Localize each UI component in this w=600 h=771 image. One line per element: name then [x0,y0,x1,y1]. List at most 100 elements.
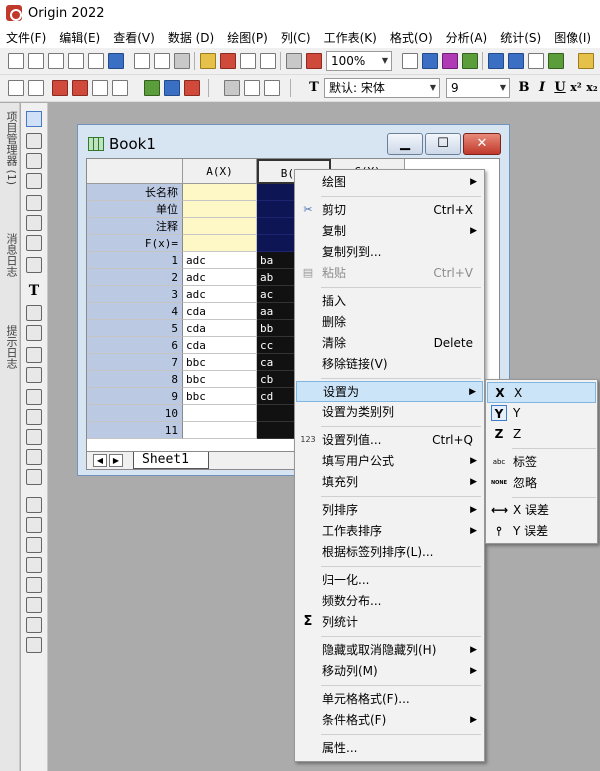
cell-a[interactable]: adc [183,269,257,286]
filter-icon[interactable] [112,80,128,96]
submenu-item-z[interactable]: ZZ [487,424,596,445]
color-scale-tool-icon[interactable] [26,517,42,533]
cell-a[interactable]: bbc [183,354,257,371]
cell-a[interactable]: bbc [183,371,257,388]
meta-cell-a-comments[interactable] [183,218,257,235]
grid-tool-icon[interactable] [26,637,42,653]
save-template-icon[interactable] [260,53,276,69]
row-number[interactable]: 9 [87,388,183,405]
row-label-formula[interactable]: F(x)= [87,235,183,252]
pointer-tool-icon[interactable] [26,111,42,127]
font-name-select[interactable]: 默认: 宋体 ▼ [324,78,440,98]
image-tool-icon[interactable] [26,617,42,633]
cell-a[interactable] [183,405,257,422]
code-builder-icon[interactable] [462,53,478,69]
italic-button[interactable]: I [534,79,550,97]
new-function-icon[interactable] [88,53,104,69]
close-button[interactable]: ✕ [463,133,501,155]
subscript-button[interactable]: x₂ [584,79,600,97]
new-notes-icon[interactable] [108,53,124,69]
insert-table-tool-icon[interactable] [26,469,42,485]
cell-a[interactable]: bbc [183,388,257,405]
menu-item-sort-column[interactable]: 列排序 ▶ [296,500,483,521]
layout-tool-icon[interactable] [26,577,42,593]
row-number[interactable]: 6 [87,337,183,354]
menu-plot[interactable]: 绘图(P) [227,29,268,46]
prev-sheet-button[interactable]: ◀ [93,454,107,467]
zoom-out-tool-icon[interactable] [26,153,42,169]
menu-edit[interactable]: 编辑(E) [59,29,100,46]
add-column-icon[interactable] [8,80,24,96]
row-number[interactable]: 7 [87,354,183,371]
menu-item-frequency[interactable]: 频数分布... [296,591,483,612]
submenu-item-ignore[interactable]: NONE 忽略 [487,473,596,494]
rectangle-tool-icon[interactable] [26,367,42,383]
cell-a[interactable]: cda [183,303,257,320]
menu-data[interactable]: 数据 (D) [168,29,214,46]
line-tool-icon[interactable] [26,347,42,363]
row-number[interactable]: 1 [87,252,183,269]
clear-icon[interactable] [184,80,200,96]
new-folder-icon[interactable] [174,53,190,69]
workbook-title-bar[interactable]: Book1 ▁ ☐ ✕ [78,125,509,161]
arrow-tool-icon[interactable] [26,325,42,341]
apps-icon[interactable] [548,53,564,69]
menu-statistics[interactable]: 统计(S) [500,29,541,46]
region-tool-icon[interactable] [26,409,42,425]
cell-a[interactable]: cda [183,320,257,337]
export-graph-icon[interactable] [422,53,438,69]
tab-hints-log[interactable]: 提示日志 [2,325,18,369]
data-selector-tool-icon[interactable] [26,235,42,251]
menu-item-set-as-category[interactable]: 设置为类别列 [296,402,483,423]
superscript-button[interactable]: x² [568,79,584,97]
paste-icon[interactable] [264,80,280,96]
duplicate-icon[interactable] [528,53,544,69]
layer-tool-icon[interactable] [26,497,42,513]
results-log-icon[interactable] [442,53,458,69]
import-icon[interactable] [286,53,302,69]
insert-graph-tool-icon[interactable] [26,449,42,465]
menu-item-cut[interactable]: ✂ 剪切 Ctrl+X [296,200,483,221]
draw-data-tool-icon[interactable] [26,257,42,273]
new-graph-icon[interactable] [48,53,64,69]
meta-cell-a-units[interactable] [183,201,257,218]
new-excel-icon[interactable] [154,53,170,69]
menu-image[interactable]: 图像(I) [554,29,591,46]
mask-tool-icon[interactable] [26,429,42,445]
menu-item-cell-format[interactable]: 单元格格式(F)... [296,689,483,710]
cell-a[interactable]: adc [183,286,257,303]
menu-item-hide-unhide[interactable]: 隐藏或取消隐藏列(H) ▶ [296,640,483,661]
open-icon[interactable] [200,53,216,69]
copy-icon[interactable] [244,80,260,96]
menu-item-properties[interactable]: 属性... [296,738,483,759]
cell-a[interactable] [183,422,257,439]
minimize-button[interactable]: ▁ [387,133,423,155]
recalculate-icon[interactable] [306,53,322,69]
menu-item-copy-to[interactable]: 复制列到... [296,242,483,263]
meta-cell-a-formula[interactable] [183,235,257,252]
next-sheet-button[interactable]: ▶ [109,454,123,467]
submenu-item-y[interactable]: YY [487,403,596,424]
column-statistics-icon[interactable] [72,80,88,96]
menu-item-set-column-values[interactable]: 123 设置列值... Ctrl+Q [296,430,483,451]
new-matrix-icon[interactable] [68,53,84,69]
print-icon[interactable] [402,53,418,69]
search-icon[interactable] [578,53,594,69]
menu-item-fill-formula[interactable]: 填写用户公式 ▶ [296,451,483,472]
row-number[interactable]: 11 [87,422,183,439]
menu-item-clear[interactable]: 清除 Delete [296,333,483,354]
annotation-tool-icon[interactable] [26,305,42,321]
menu-item-delete[interactable]: 删除 [296,312,483,333]
row-statistics-icon[interactable] [52,80,68,96]
new-workbook-icon[interactable] [28,53,44,69]
menu-column[interactable]: 列(C) [281,29,311,46]
menu-worksheet[interactable]: 工作表(K) [324,29,377,46]
cell-a[interactable]: cda [183,337,257,354]
maximize-button[interactable]: ☐ [425,133,461,155]
zoom-in-tool-icon[interactable] [26,133,42,149]
menu-item-move-column[interactable]: 移动列(M) ▶ [296,661,483,682]
save-project-icon[interactable] [240,53,256,69]
zoom-select[interactable]: 100% ▼ [326,51,392,71]
cell-a[interactable]: adc [183,252,257,269]
record-tool-icon[interactable] [26,597,42,613]
